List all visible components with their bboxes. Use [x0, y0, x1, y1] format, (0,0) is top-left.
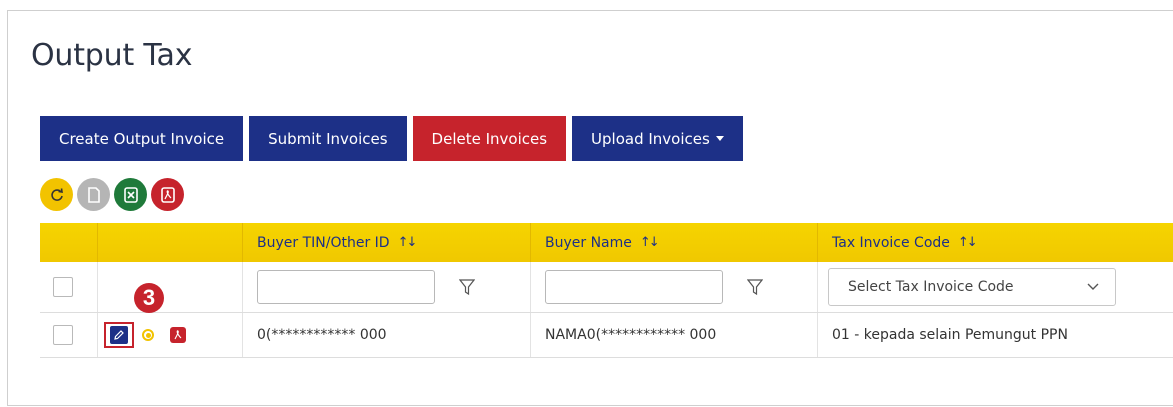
header-buyer-tin[interactable]: Buyer TIN/Other ID ↑↓ — [243, 223, 531, 262]
buyer-name-value: NAMA0(************ 000 — [545, 327, 717, 343]
buyer-tin-filter-input[interactable] — [257, 270, 435, 304]
header-tax-code[interactable]: Tax Invoice Code ↑↓ — [818, 223, 1173, 262]
document-icon[interactable] — [77, 178, 110, 211]
tax-code-filter-placeholder: Select Tax Invoice Code — [848, 279, 1014, 295]
refresh-icon[interactable] — [40, 178, 73, 211]
filter-buyer-name-cell — [531, 262, 818, 312]
row-select-cell — [40, 313, 98, 357]
excel-icon[interactable] — [114, 178, 147, 211]
status-radio-icon[interactable] — [142, 329, 154, 341]
filter-icon[interactable] — [459, 278, 475, 296]
tax-code-value: 01 - kepada selain Pemungut PPN — [832, 327, 1068, 343]
pdf-icon[interactable] — [151, 178, 184, 211]
header-buyer-name[interactable]: Buyer Name ↑↓ — [531, 223, 818, 262]
upload-invoices-button[interactable]: Upload Invoices — [572, 116, 743, 161]
create-output-invoice-button[interactable]: Create Output Invoice — [40, 116, 244, 161]
filter-row: Select Tax Invoice Code — [40, 262, 1173, 313]
sort-icon[interactable]: ↑↓ — [640, 235, 660, 250]
row-pdf-icon[interactable] — [170, 327, 186, 343]
edit-icon — [110, 326, 128, 344]
header-tax-code-label: Tax Invoice Code — [832, 234, 950, 251]
filter-tax-code-cell: Select Tax Invoice Code — [818, 262, 1173, 312]
upload-invoices-label: Upload Invoices — [591, 129, 710, 148]
row-buyer-tin-cell: 0(************ 000 — [243, 313, 531, 357]
row-buyer-name-cell: NAMA0(************ 000 — [531, 313, 818, 357]
select-all-checkbox[interactable] — [53, 277, 73, 297]
sort-icon[interactable]: ↑↓ — [958, 235, 978, 250]
filter-select-cell — [40, 262, 98, 312]
page-title: Output Tax — [31, 38, 193, 73]
filter-buyer-tin-cell — [243, 262, 531, 312]
sort-icon[interactable]: ↑↓ — [398, 235, 418, 250]
row-actions-cell — [98, 313, 243, 357]
edit-button[interactable] — [104, 322, 134, 348]
table-row[interactable]: 0(************ 000 NAMA0(************ 00… — [40, 313, 1173, 358]
action-toolbar: Create Output Invoice Submit Invoices De… — [40, 116, 743, 161]
filter-actions-cell — [98, 262, 243, 312]
header-actions — [98, 223, 243, 262]
caret-down-icon — [715, 136, 724, 141]
delete-invoices-button[interactable]: Delete Invoices — [412, 116, 567, 161]
row-checkbox[interactable] — [53, 325, 73, 345]
step-number-badge: 3 — [134, 283, 164, 313]
header-buyer-name-label: Buyer Name — [545, 234, 632, 251]
submit-invoices-button[interactable]: Submit Invoices — [249, 116, 407, 161]
header-buyer-tin-label: Buyer TIN/Other ID — [257, 234, 390, 251]
icon-toolbar — [40, 178, 184, 211]
buyer-tin-value: 0(************ 000 — [257, 327, 387, 343]
row-tax-code-cell: 01 - kepada selain Pemungut PPN — [818, 313, 1173, 357]
invoice-table: Buyer TIN/Other ID ↑↓ Buyer Name ↑↓ Tax … — [40, 223, 1173, 358]
chevron-down-icon — [1087, 283, 1099, 290]
filter-icon[interactable] — [747, 278, 763, 296]
buyer-name-filter-input[interactable] — [545, 270, 723, 304]
table-header: Buyer TIN/Other ID ↑↓ Buyer Name ↑↓ Tax … — [40, 223, 1173, 262]
tax-code-filter-select[interactable]: Select Tax Invoice Code — [828, 268, 1116, 306]
header-select — [40, 223, 98, 262]
